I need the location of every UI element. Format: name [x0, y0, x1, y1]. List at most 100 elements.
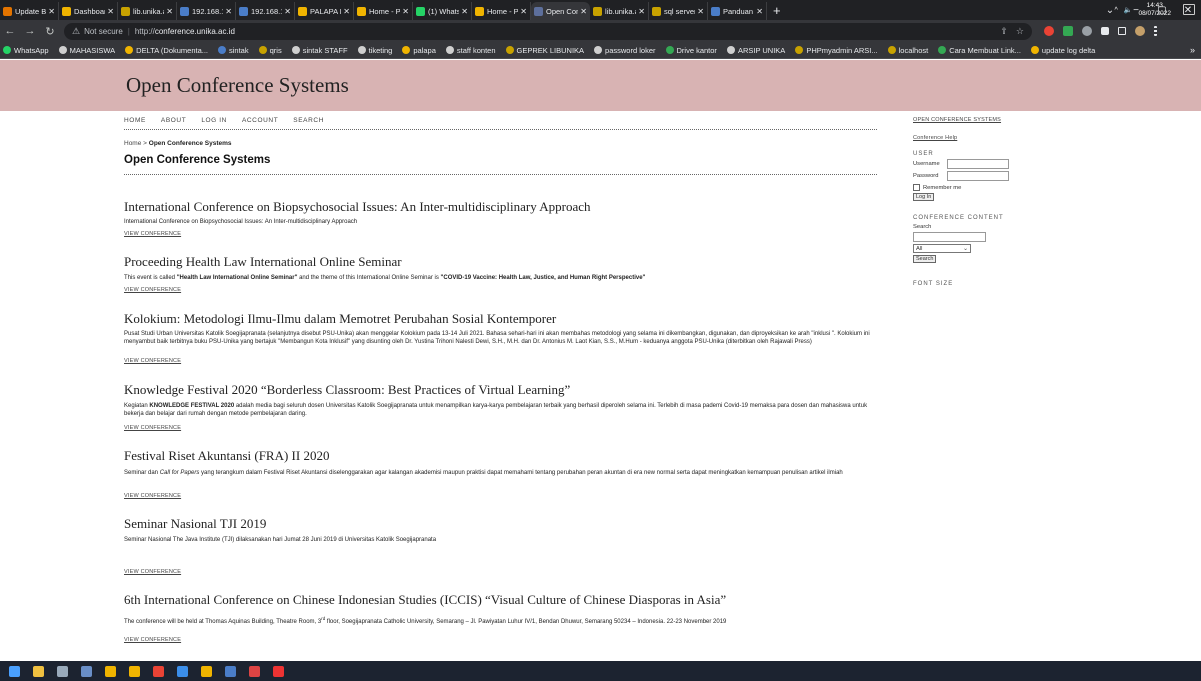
conference-title[interactable]: Knowledge Festival 2020 “Borderless Clas…: [124, 382, 570, 398]
conference-title[interactable]: Festival Riset Akuntansi (FRA) II 2020: [124, 448, 329, 464]
security-label[interactable]: Not secure: [84, 27, 123, 36]
share-icon[interactable]: ⇪: [1000, 26, 1008, 37]
username-input[interactable]: [947, 159, 1009, 169]
forward-icon[interactable]: →: [20, 25, 40, 37]
file-explorer-icon[interactable]: [28, 661, 48, 681]
bookmark-item[interactable]: staff konten: [445, 46, 496, 55]
bookmark-item[interactable]: GEPREK LIBUNIKA: [505, 46, 584, 55]
search-button[interactable]: Search: [913, 255, 937, 263]
folder-icon[interactable]: [100, 661, 120, 681]
conference-title[interactable]: International Conference on Biopsychosoc…: [124, 199, 591, 215]
bookmark-item[interactable]: MAHASISWA: [58, 46, 115, 55]
bookmark-item[interactable]: password loker: [594, 46, 656, 55]
bookmark-item[interactable]: Cara Membuat Link...: [938, 46, 1021, 55]
tab-close-icon[interactable]: ✕: [402, 7, 409, 16]
tab-close-icon[interactable]: ✕: [638, 7, 645, 16]
bookmark-item[interactable]: PHPmyadmin ARSI...: [795, 46, 878, 55]
view-conference-link[interactable]: VIEW CONFERENCE: [124, 569, 181, 575]
browser-tab[interactable]: (1) WhatsA✕: [413, 2, 472, 20]
chrome-icon[interactable]: [124, 661, 144, 681]
view-conference-link[interactable]: VIEW CONFERENCE: [124, 231, 181, 237]
view-conference-link[interactable]: VIEW CONFERENCE: [124, 425, 181, 431]
remember-checkbox[interactable]: [913, 184, 920, 191]
search-scope-select[interactable]: All ⌄: [913, 244, 971, 253]
browser-tab[interactable]: Home - Po✕: [472, 2, 531, 20]
breadcrumb-current[interactable]: Open Conference Systems: [149, 140, 232, 147]
bookmark-item[interactable]: WhatsApp: [3, 46, 49, 55]
browser-tab[interactable]: lib.unika.ac✕: [118, 2, 177, 20]
browser-tab[interactable]: Update Bi ✕: [0, 2, 59, 20]
bookmark-item[interactable]: sintak STAFF: [291, 46, 348, 55]
bookmark-item[interactable]: localhost: [887, 46, 928, 55]
password-input[interactable]: [947, 171, 1009, 181]
conference-title[interactable]: Seminar Nasional TJI 2019: [124, 516, 266, 532]
extension-green-icon[interactable]: [1063, 26, 1073, 36]
bookmark-star-icon[interactable]: ☆: [1016, 26, 1024, 37]
browser-tab[interactable]: Panduan P✕: [708, 2, 767, 20]
bookmark-item[interactable]: palapa: [402, 46, 436, 55]
tab-close-icon[interactable]: ✕: [461, 7, 468, 16]
start-icon[interactable]: [4, 661, 24, 681]
bookmark-item[interactable]: DELTA (Dokumenta...: [125, 46, 208, 55]
tab-close-icon[interactable]: ✕: [48, 7, 55, 16]
conference-title[interactable]: 6th International Conference on Chinese …: [124, 592, 726, 608]
clock[interactable]: 14:43 08/07/2022: [1138, 2, 1171, 18]
bookmarks-more-icon[interactable]: »: [1190, 45, 1195, 55]
conference-title[interactable]: Proceeding Health Law International Onli…: [124, 254, 402, 270]
bookmark-item[interactable]: Drive kantor: [665, 46, 717, 55]
nav-login[interactable]: LOG IN: [201, 117, 227, 124]
app-icon[interactable]: [196, 661, 216, 681]
warning-icon[interactable]: ⚠: [72, 26, 80, 37]
network-icon[interactable]: [52, 661, 72, 681]
remember-me[interactable]: Remember me: [913, 184, 1023, 191]
sidepanel-icon[interactable]: [1118, 27, 1126, 35]
search-input[interactable]: [913, 232, 986, 242]
reload-icon[interactable]: ↻: [40, 25, 60, 38]
chrome-alt-icon[interactable]: [148, 661, 168, 681]
back-icon[interactable]: ←: [0, 25, 20, 37]
tab-close-icon[interactable]: ✕: [166, 7, 173, 16]
tab-close-icon[interactable]: ✕: [107, 7, 114, 16]
view-conference-link[interactable]: VIEW CONFERENCE: [124, 637, 181, 643]
profile-avatar-icon[interactable]: [1135, 26, 1145, 36]
tab-close-icon[interactable]: ✕: [225, 7, 232, 16]
address-bar[interactable]: ⚠ Not secure | http://conference.unika.a…: [64, 22, 1032, 40]
notification-icon[interactable]: [1183, 4, 1195, 15]
browser-tab[interactable]: Home - Po✕: [354, 2, 413, 20]
volume-icon[interactable]: 🔈: [1124, 6, 1133, 14]
browser-tab[interactable]: lib.unika.ac✕: [590, 2, 649, 20]
browser-tab[interactable]: 192.168.15✕: [236, 2, 295, 20]
settings-icon[interactable]: [76, 661, 96, 681]
browser-tab[interactable]: Dashboard✕: [59, 2, 118, 20]
tab-close-icon[interactable]: ✕: [284, 7, 291, 16]
conference-help-link[interactable]: Conference Help: [913, 135, 1023, 141]
pdf-icon[interactable]: [268, 661, 288, 681]
extension-circle-icon[interactable]: [1082, 26, 1092, 36]
nav-search[interactable]: SEARCH: [293, 117, 324, 124]
new-tab-button[interactable]: +: [773, 3, 781, 18]
site-title[interactable]: Open Conference Systems: [126, 73, 349, 98]
nav-about[interactable]: ABOUT: [161, 117, 186, 124]
view-conference-link[interactable]: VIEW CONFERENCE: [124, 358, 181, 364]
bookmark-item[interactable]: tiketing: [357, 46, 392, 55]
app-3-icon[interactable]: [244, 661, 264, 681]
browser-tab[interactable]: 192.168.15✕: [177, 2, 236, 20]
tab-close-icon[interactable]: ✕: [756, 7, 763, 16]
extensions-puzzle-icon[interactable]: [1101, 27, 1109, 35]
tab-close-icon[interactable]: ✕: [520, 7, 527, 16]
ocs-link[interactable]: OPEN CONFERENCE SYSTEMS: [913, 117, 1023, 123]
bookmark-item[interactable]: qris: [258, 46, 282, 55]
breadcrumb-home[interactable]: Home: [124, 140, 141, 147]
app-2-icon[interactable]: [220, 661, 240, 681]
browser-tab[interactable]: Open Conf✕: [531, 2, 590, 20]
tab-close-icon[interactable]: ✕: [580, 7, 587, 16]
menu-kebab-icon[interactable]: [1154, 26, 1157, 36]
tab-close-icon[interactable]: ✕: [343, 7, 350, 16]
view-conference-link[interactable]: VIEW CONFERENCE: [124, 493, 181, 499]
extension-red-icon[interactable]: [1044, 26, 1054, 36]
vscode-icon[interactable]: [172, 661, 192, 681]
login-button[interactable]: Log In: [913, 193, 935, 201]
browser-tab[interactable]: sql server -✕: [649, 2, 708, 20]
view-conference-link[interactable]: VIEW CONFERENCE: [124, 287, 181, 293]
bookmark-item[interactable]: ARSIP UNIKA: [726, 46, 785, 55]
